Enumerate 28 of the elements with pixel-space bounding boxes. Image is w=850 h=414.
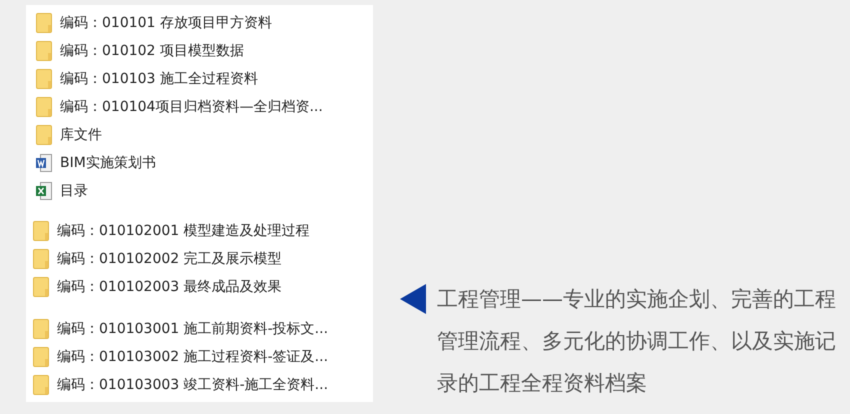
folder-name[interactable]: 编码：010104项目归档资料—全归档资... [60,96,323,118]
spreadsheet-icon [36,181,52,201]
folder-icon [33,347,49,367]
folder-name[interactable]: 编码：010102001 模型建造及处理过程 [57,220,310,242]
folder-name[interactable]: 编码：010103 施工全过程资料 [60,68,258,90]
callout-text: 工程管理——专业的实施企划、完善的工程管理流程、多元化的协调工作、以及实施记录的工程全程资料档案 [437,286,837,397]
folder-icon [33,375,49,395]
folder-name[interactable]: 库文件 [60,124,102,146]
folder-icon [36,125,52,145]
folder-name[interactable]: 编码：010103002 施工过程资料-签证及... [57,346,328,368]
folder-icon [36,13,52,33]
folder-icon [36,41,52,61]
word-document-icon [36,153,52,173]
folder-icon [33,277,49,297]
folder-icon [33,221,49,241]
file-name[interactable]: BIM实施策划书 [60,152,156,174]
folder-icon [33,319,49,339]
folder-name[interactable]: 编码：010103003 竣工资料-施工全资料... [57,374,328,396]
file-name[interactable]: 目录 [60,180,88,202]
folder-name[interactable]: 编码：010102002 完工及展示模型 [57,248,282,270]
folder-icon [36,69,52,89]
folder-name[interactable]: 编码：010103001 施工前期资料-投标文... [57,318,328,340]
folder-icon [36,97,52,117]
folder-name[interactable]: 编码：010101 存放项目甲方资料 [60,12,272,34]
folder-name[interactable]: 编码：010102 项目模型数据 [60,40,244,62]
folder-name[interactable]: 编码：010102003 最终成品及效果 [57,276,282,298]
folder-icon [33,249,49,269]
pointer-arrow-icon [400,284,426,314]
